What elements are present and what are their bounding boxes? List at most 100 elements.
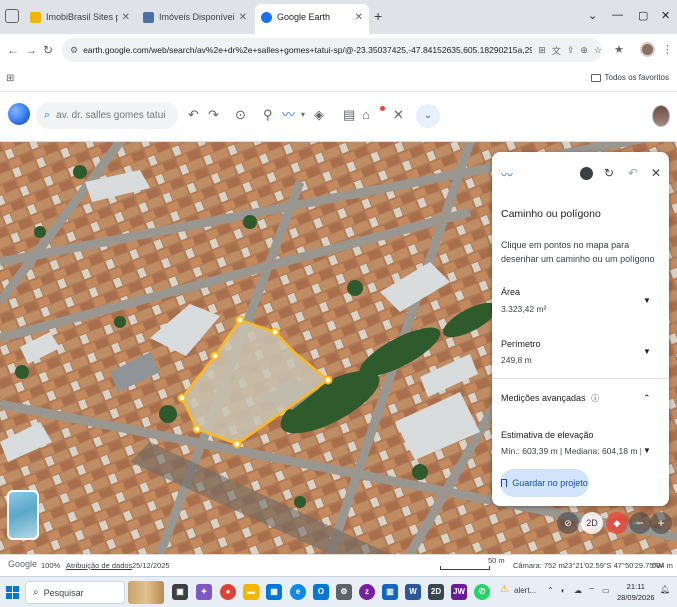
tab-search-icon[interactable]: ⌄: [588, 9, 597, 22]
folder-icon: [590, 73, 601, 82]
apps-grid-icon[interactable]: ⊞: [6, 73, 14, 84]
google-earth-logo[interactable]: [8, 103, 30, 125]
omnibox[interactable]: ⚙ earth.google.com/web/search/av%2e+dr%2…: [62, 38, 602, 62]
tab-imobibrasil[interactable]: ImobiBrasil Sites para Imobiliá ✕: [24, 5, 136, 29]
edge-icon[interactable]: e: [290, 584, 306, 600]
perimeter-units-dropdown-icon[interactable]: ▼: [643, 347, 651, 356]
translate-icon[interactable]: 文: [552, 44, 561, 57]
taskbar-clock[interactable]: 21:11 28/09/2026: [617, 581, 655, 603]
panel-title: Caminho ou polígono: [501, 208, 601, 220]
app-2d-icon[interactable]: 2D: [428, 584, 444, 600]
earth-toolbar: ⌕ ↶ ↷ ⊙ ⚲ 〰 ▾ ◈ ▤ ⌂ ✕ ⌄: [0, 92, 677, 142]
settings-icon[interactable]: ⚙: [336, 584, 352, 600]
undo-point-icon[interactable]: ↶: [628, 166, 638, 180]
collapse-toolbar-button[interactable]: ⌄: [416, 104, 440, 128]
profile-avatar[interactable]: [640, 42, 655, 57]
zoom-level[interactable]: 100%: [41, 561, 60, 570]
collapse-advanced-icon[interactable]: ⌃: [643, 393, 651, 404]
data-attribution-link[interactable]: Atribuição de dados: [66, 561, 132, 570]
extensions-icon[interactable]: ★: [614, 43, 624, 56]
info-icon[interactable]: ⓘ: [591, 394, 599, 403]
redo-icon[interactable]: ↷: [208, 107, 219, 123]
forward-icon[interactable]: →: [25, 43, 37, 57]
save-to-project-label: Guardar no projeto: [512, 478, 588, 488]
tab-google-earth[interactable]: Google Earth ✕: [255, 4, 369, 34]
earth-search-input[interactable]: [56, 110, 167, 121]
elevation-dropdown-icon[interactable]: ▼: [643, 446, 651, 455]
windows-taskbar: ⌕ Pesquisar ▣ ✦ ● ▬ ▦ e O ⚙ z ▥ W 2D JW …: [0, 576, 677, 607]
tilt-toggle-button[interactable]: 2D: [581, 512, 603, 534]
zoom-app-icon[interactable]: z: [359, 584, 375, 600]
compass-icon[interactable]: ◆: [606, 512, 628, 534]
whatsapp-icon[interactable]: ✆: [474, 584, 490, 600]
zoom-in-icon[interactable]: +: [650, 512, 672, 534]
add-placemark-icon[interactable]: ⚲: [263, 107, 273, 123]
area-units-dropdown-icon[interactable]: ▼: [643, 296, 651, 305]
tab-title: Google Earth: [277, 12, 331, 22]
close-panel-icon[interactable]: ✕: [651, 166, 661, 180]
measure-path-icon[interactable]: 〰: [282, 107, 295, 123]
app-jw-icon[interactable]: JW: [451, 584, 467, 600]
search-highlight-image[interactable]: [128, 581, 164, 604]
all-bookmarks-button[interactable]: Todos os favoritos: [590, 73, 669, 82]
help-icon[interactable]: ?: [580, 167, 593, 180]
share-icon[interactable]: ⇪: [567, 45, 575, 56]
projects-icon[interactable]: ⌂: [362, 107, 370, 123]
advanced-measurements-toggle[interactable]: Medições avançadas ⓘ: [501, 393, 599, 404]
speaker-icon[interactable]: ◖: [560, 586, 565, 595]
wifi-icon[interactable]: ⌔: [588, 586, 596, 596]
perimeter-value: 249,8 m: [501, 355, 532, 365]
earth-search-box[interactable]: ⌕: [36, 102, 178, 129]
task-view-icon[interactable]: ▣: [172, 584, 188, 600]
close-tab-icon[interactable]: ✕: [235, 12, 247, 23]
history-icon[interactable]: ⊙: [235, 107, 246, 123]
browser-menu-icon[interactable]: ⋮: [662, 43, 673, 56]
advanced-measurements-label: Medições avançadas: [501, 393, 586, 403]
undo-icon[interactable]: ↶: [188, 107, 199, 123]
calendar-app-icon[interactable]: ▥: [382, 584, 398, 600]
account-avatar[interactable]: [652, 105, 670, 127]
copilot-icon[interactable]: ✦: [196, 584, 212, 600]
new-tab-button[interactable]: +: [374, 8, 382, 24]
window-close-icon[interactable]: ✕: [661, 9, 670, 22]
maximize-icon[interactable]: ▢: [638, 9, 648, 22]
bookmark-star-icon[interactable]: ☆: [594, 45, 602, 56]
url-text[interactable]: earth.google.com/web/search/av%2e+dr%2e+…: [83, 45, 532, 55]
chrome-icon[interactable]: ●: [220, 584, 236, 600]
map-layers-icon[interactable]: ◈: [314, 107, 324, 123]
alert-label[interactable]: alert...: [514, 586, 536, 595]
back-icon[interactable]: ←: [7, 43, 19, 57]
notifications-icon[interactable]: 🔔︎: [660, 585, 670, 594]
close-tab-icon[interactable]: ✕: [351, 12, 363, 23]
measure-dropdown-chevron-icon[interactable]: ▾: [301, 107, 305, 123]
alert-warning-icon[interactable]: ⚠: [500, 584, 509, 595]
zoom-out-icon[interactable]: −: [629, 512, 651, 534]
site-info-icon[interactable]: ⚙: [70, 45, 78, 56]
word-icon[interactable]: W: [405, 584, 421, 600]
save-to-project-button[interactable]: Guardar no projeto: [500, 469, 589, 497]
street-view-pegman-icon[interactable]: ⊘: [557, 512, 579, 534]
map-style-icon[interactable]: ▤: [343, 107, 355, 123]
outlook-icon[interactable]: O: [313, 584, 329, 600]
tray-overflow-icon[interactable]: ⌃: [547, 586, 554, 595]
taskbar-search-box[interactable]: ⌕ Pesquisar: [25, 581, 125, 604]
panel-description: Clique em pontos no mapa para desenhar u…: [501, 240, 655, 264]
globe-minimap[interactable]: [7, 490, 39, 540]
tab-list-button[interactable]: [5, 9, 19, 23]
bookmark-icon: [501, 479, 508, 487]
install-app-icon[interactable]: ⊞: [538, 45, 546, 56]
cloud-icon[interactable]: ☁: [574, 586, 582, 595]
tab-imoveis[interactable]: Imóveis Disponíveis, Locação ✕: [137, 5, 253, 29]
zoom-icon[interactable]: ⊕: [580, 45, 588, 56]
reload-icon[interactable]: ↻: [43, 43, 53, 57]
store-icon[interactable]: ▦: [266, 584, 282, 600]
search-icon: ⌕: [44, 109, 51, 121]
tools-icon[interactable]: ✕: [393, 107, 404, 123]
file-explorer-icon[interactable]: ▬: [243, 584, 259, 600]
minimize-icon[interactable]: —: [612, 9, 623, 21]
reset-measure-icon[interactable]: ↻: [604, 166, 614, 180]
elevation-value: Mín.: 603,39 m | Mediana: 604,18 m |: [501, 446, 641, 456]
close-tab-icon[interactable]: ✕: [118, 12, 130, 23]
battery-icon[interactable]: ▭: [602, 586, 610, 595]
windows-start-icon[interactable]: [6, 586, 19, 599]
